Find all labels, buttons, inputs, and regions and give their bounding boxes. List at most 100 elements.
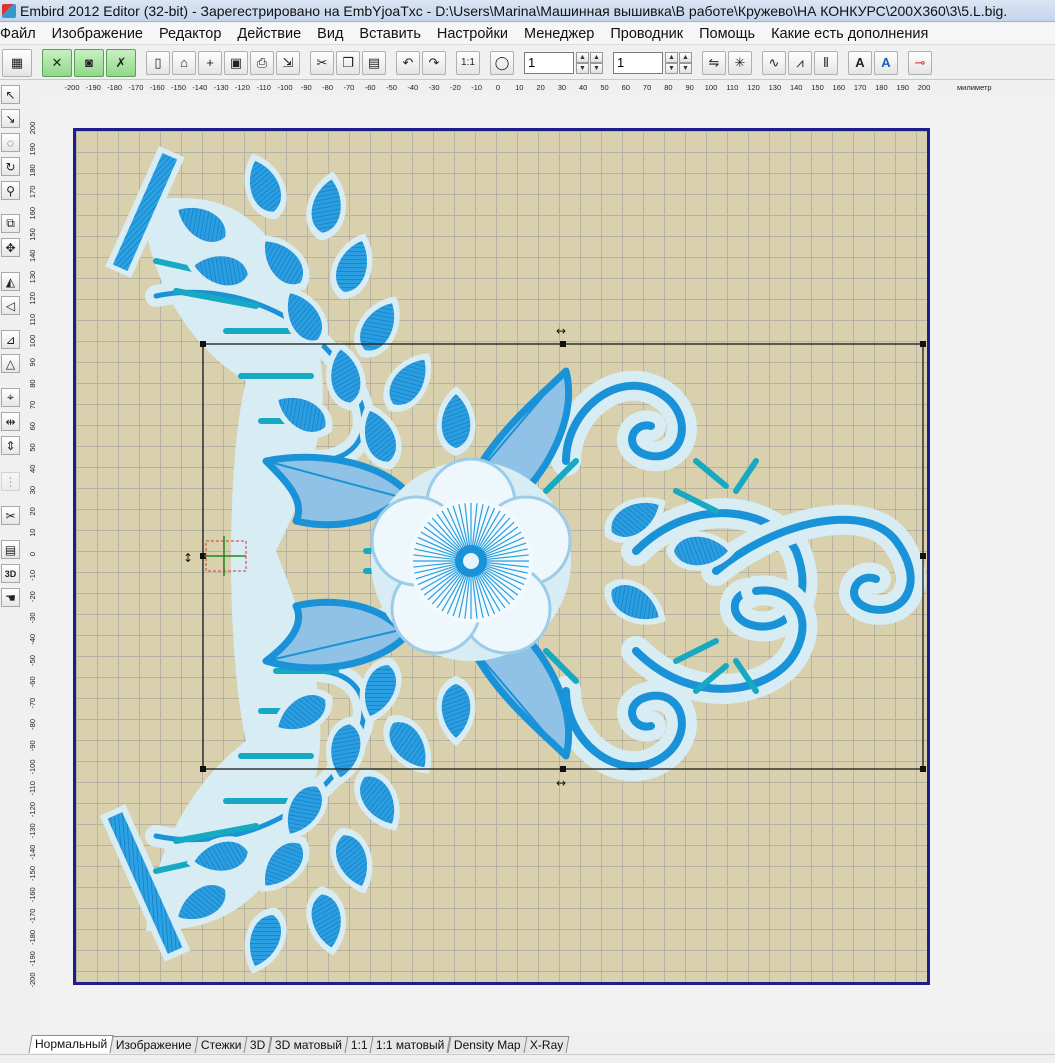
ruler-tick-label: -160 (28, 887, 37, 902)
camera-icon[interactable]: ◙ (74, 48, 104, 77)
resize-icon[interactable]: ⧉ (1, 214, 20, 233)
design-canvas[interactable]: ↔ ↔ ↕ ↕ (40, 95, 1055, 1030)
export-icon[interactable]: ⇲ (276, 50, 300, 75)
print-icon[interactable]: ⎙ (250, 50, 274, 75)
select-arrow-icon[interactable]: ↖ (1, 85, 20, 104)
hand-icon[interactable]: ☚ (1, 588, 20, 607)
ruler-tick-label: -180 (28, 930, 37, 945)
spin-field-2[interactable]: ▲ ▼ ▲ ▼ (613, 50, 692, 76)
spin-up-icon[interactable]: ▲ (590, 51, 603, 63)
ruler-tick-label: 30 (28, 486, 37, 494)
center-icon[interactable]: ⌖ (1, 388, 20, 407)
skew-alt-icon[interactable]: △ (1, 354, 20, 373)
mirror-v-icon[interactable]: ◁ (1, 296, 20, 315)
ruler-tick-label: 190 (896, 83, 909, 92)
spin-down-icon[interactable]: ▼ (665, 62, 678, 74)
ruler-tick-label: -50 (28, 655, 37, 666)
spin-up-icon[interactable]: ▲ (679, 51, 692, 63)
text-alt-icon[interactable]: A (874, 50, 898, 75)
tab-3d-matte[interactable]: 3D матовый (268, 1036, 349, 1053)
bars-icon[interactable]: ⫴ (814, 50, 838, 75)
ruler-tick-label: 110 (28, 314, 37, 326)
tab-normal[interactable]: Нормальный (28, 1035, 114, 1053)
ruler-tick-label: 130 (769, 83, 782, 92)
ruler-tick-label: 150 (811, 83, 824, 92)
split-icon[interactable]: ⋮ (1, 472, 20, 491)
ruler-tick-label: -10 (28, 570, 37, 581)
spin-up-icon[interactable]: ▲ (665, 51, 678, 63)
spin-down-icon[interactable]: ▼ (576, 62, 589, 74)
ruler-tick-label: 100 (705, 83, 718, 92)
zoom-icon[interactable]: ⚲ (1, 181, 20, 200)
ruler-tick-label: -140 (192, 83, 207, 92)
align-h-icon[interactable]: ⇹ (1, 412, 20, 431)
menu-help[interactable]: Помощь (691, 26, 763, 42)
text-icon[interactable]: A (848, 50, 872, 75)
node-select-icon[interactable]: ↘ (1, 109, 20, 128)
cut-icon[interactable]: ✂ (310, 50, 334, 75)
skew-icon[interactable]: ⊿ (1, 330, 20, 349)
menu-image[interactable]: Изображение (44, 26, 151, 42)
paste-icon[interactable]: ▤ (362, 50, 386, 75)
menu-editor[interactable]: Редактор (151, 26, 229, 42)
mirror-icon[interactable]: ✳ (728, 50, 752, 75)
menu-view[interactable]: Вид (309, 26, 351, 42)
tab-1-1-matte[interactable]: 1:1 матовый (369, 1036, 452, 1053)
ruler-tick-label: -130 (28, 823, 37, 838)
layers-icon[interactable]: ▤ (1, 540, 20, 559)
ruler-tick-label: -120 (235, 83, 250, 92)
view-tabs: Нормальный Изображение Стежки 3D 3D мато… (28, 1035, 570, 1053)
stop-icon[interactable]: ◯ (490, 50, 514, 75)
tab-stitches[interactable]: Стежки (194, 1036, 248, 1053)
flip-icon[interactable]: ⇋ (702, 50, 726, 75)
grid-icon[interactable]: ▦ (2, 48, 32, 77)
spin-up-icon[interactable]: ▲ (576, 51, 589, 63)
menu-file[interactable]: Файл (0, 26, 44, 42)
spin-down-icon[interactable]: ▼ (590, 62, 603, 74)
tool-a-icon[interactable]: ✕ (42, 48, 72, 77)
ruler-tick-label: -30 (429, 83, 440, 92)
spin-down-icon[interactable]: ▼ (679, 62, 692, 74)
ruler-tick-label: -60 (365, 83, 376, 92)
redo-icon[interactable]: ↷ (422, 50, 446, 75)
scale-1-1-icon[interactable]: 1:1 (456, 50, 480, 75)
tab-xray[interactable]: X-Ray (523, 1036, 570, 1053)
ruler-tick-label: 180 (875, 83, 888, 92)
undo-icon[interactable]: ↶ (396, 50, 420, 75)
lasso-icon[interactable]: ◌ (1, 133, 20, 152)
tab-image[interactable]: Изображение (109, 1036, 199, 1053)
wave-icon[interactable]: ∿ (762, 50, 786, 75)
save-icon[interactable]: ▣ (224, 50, 248, 75)
spin-input-2[interactable] (613, 51, 663, 74)
move-icon[interactable]: ✥ (1, 238, 20, 257)
menu-action[interactable]: Действие (229, 26, 309, 42)
scissors-icon[interactable]: ✂ (1, 506, 20, 525)
embroidery-design[interactable]: ↔ ↔ ↕ ↕ (76, 131, 927, 982)
menu-addons[interactable]: Какие есть дополнения (763, 26, 936, 42)
align-v-icon[interactable]: ⇕ (1, 436, 20, 455)
ruler-tick-label: 90 (28, 358, 37, 366)
add-file-icon[interactable]: + (198, 50, 222, 75)
ruler-units-label: милиметр (957, 83, 992, 92)
open-folder-icon[interactable]: ⌂ (172, 50, 196, 75)
menu-settings[interactable]: Настройки (429, 26, 516, 42)
3d-view-icon[interactable]: 3D (1, 564, 20, 583)
spin-input-1[interactable] (524, 51, 574, 74)
key-icon[interactable]: ⊸ (908, 50, 932, 75)
tool-x-icon[interactable]: ✗ (106, 48, 136, 77)
tab-density-map[interactable]: Density Map (447, 1036, 528, 1053)
rotate-icon[interactable]: ↻ (1, 157, 20, 176)
ruler-tick-label: -130 (214, 83, 229, 92)
spin-field-1[interactable]: ▲ ▼ ▲ ▼ (524, 50, 603, 76)
menu-insert[interactable]: Вставить (351, 26, 428, 42)
copy-icon[interactable]: ❐ (336, 50, 360, 75)
menu-manager[interactable]: Менеджер (516, 26, 602, 42)
menu-explorer[interactable]: Проводник (602, 26, 691, 42)
svg-text:↔: ↔ (556, 776, 566, 790)
chart-icon[interactable]: ⩘ (788, 50, 812, 75)
new-file-icon[interactable]: ▯ (146, 50, 170, 75)
mirror-h-icon[interactable]: ◭ (1, 272, 20, 291)
ruler-tick-label: -200 (64, 83, 79, 92)
hoop-frame[interactable]: ↔ ↔ ↕ ↕ (73, 128, 930, 985)
ruler-tick-label: 80 (28, 379, 37, 387)
